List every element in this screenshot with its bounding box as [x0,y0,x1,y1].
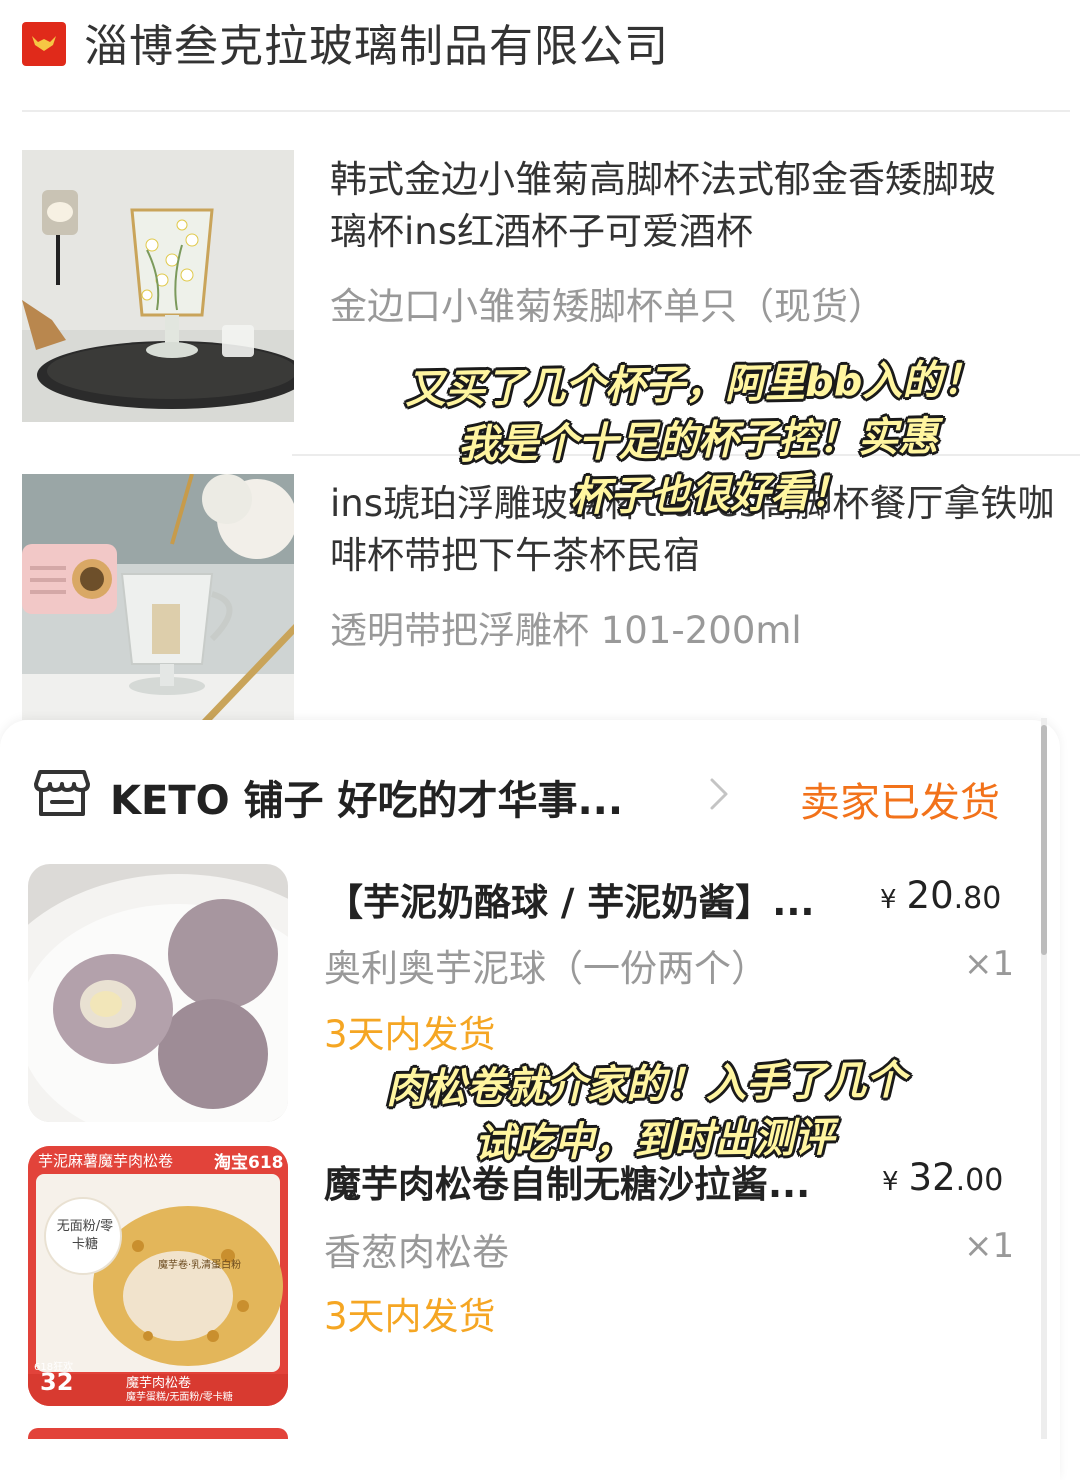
shipping-note: 3天内发货 [324,1013,496,1056]
product-spec: 透明带把浮雕杯 101-200ml [330,609,802,652]
thumb-price: 32 [40,1368,74,1396]
product-title-line[interactable]: 璃杯ins红酒杯子可爱酒杯 [330,206,753,258]
supplier-name[interactable]: 淄博叁克拉玻璃制品有限公司 [84,10,669,74]
shipping-note: 3天内发货 [324,1295,496,1338]
product-title-line[interactable]: 啡杯带把下午茶杯民宿 [330,530,700,582]
order-item-price: ¥32.00 [882,1156,1003,1199]
order-item-price: ¥20.80 [880,874,1001,917]
price-decimal: .80 [953,881,1002,916]
scrollbar-thumb[interactable] [1041,725,1047,955]
order-item-spec: 奥利奥芋泥球（一份两个） [324,947,768,990]
order-item-qty: ×1 [964,1226,1015,1266]
thumb-subcaption: 魔芋蛋糕/无面粉/零卡糖 [126,1392,233,1403]
taobao-618-badge: 淘宝618 [214,1153,284,1173]
product-thumbnail[interactable] [22,474,294,720]
thumb-banner: 芋泥麻薯魔芋肉松卷 [38,1152,174,1170]
order-status: 卖家已发货 [800,780,1000,826]
product-thumbnail[interactable] [22,150,294,422]
supplier-logo-icon [22,22,66,66]
store-name[interactable]: KETO 铺子 好吃的才华事... [110,768,623,826]
price-decimal: .00 [955,1163,1004,1198]
thumb-tag: 无面粉/零卡糖 [56,1219,114,1252]
thumb-center-text: 魔芋卷·乳清蛋白粉 [158,1260,242,1271]
overlay-caption: 试吃中，到时出测评 [473,1114,835,1168]
currency-symbol: ¥ [882,1167,899,1197]
overlay-caption: 我是个十足的杯子控！实惠 [457,413,939,469]
product-title-line[interactable]: 韩式金边小雏菊高脚杯法式郁金香矮脚玻 [330,154,996,206]
price-integer: 32 [908,1156,956,1199]
product-spec: 金边口小雏菊矮脚杯单只（现货） [330,285,885,328]
currency-symbol: ¥ [880,885,897,915]
divider [22,110,1070,112]
order-item-title[interactable]: 【芋泥奶酪球 / 芋泥奶酱】... [326,872,814,926]
price-integer: 20 [906,874,954,917]
store-icon[interactable] [34,768,90,818]
overlay-caption: 杯子也很好看！ [569,469,851,521]
order-item-thumbnail-peek[interactable] [28,1428,288,1439]
chevron-right-icon[interactable] [706,776,732,812]
order-item-spec: 香葱肉松卷 [324,1231,509,1274]
order-item-thumbnail[interactable]: 芋泥麻薯魔芋肉松卷 淘宝618 无面粉/零卡糖 魔芋卷·乳清蛋白粉 618狂欢 … [28,1146,288,1406]
order-item-qty: ×1 [964,944,1015,984]
order-item-thumbnail[interactable] [28,864,288,1122]
